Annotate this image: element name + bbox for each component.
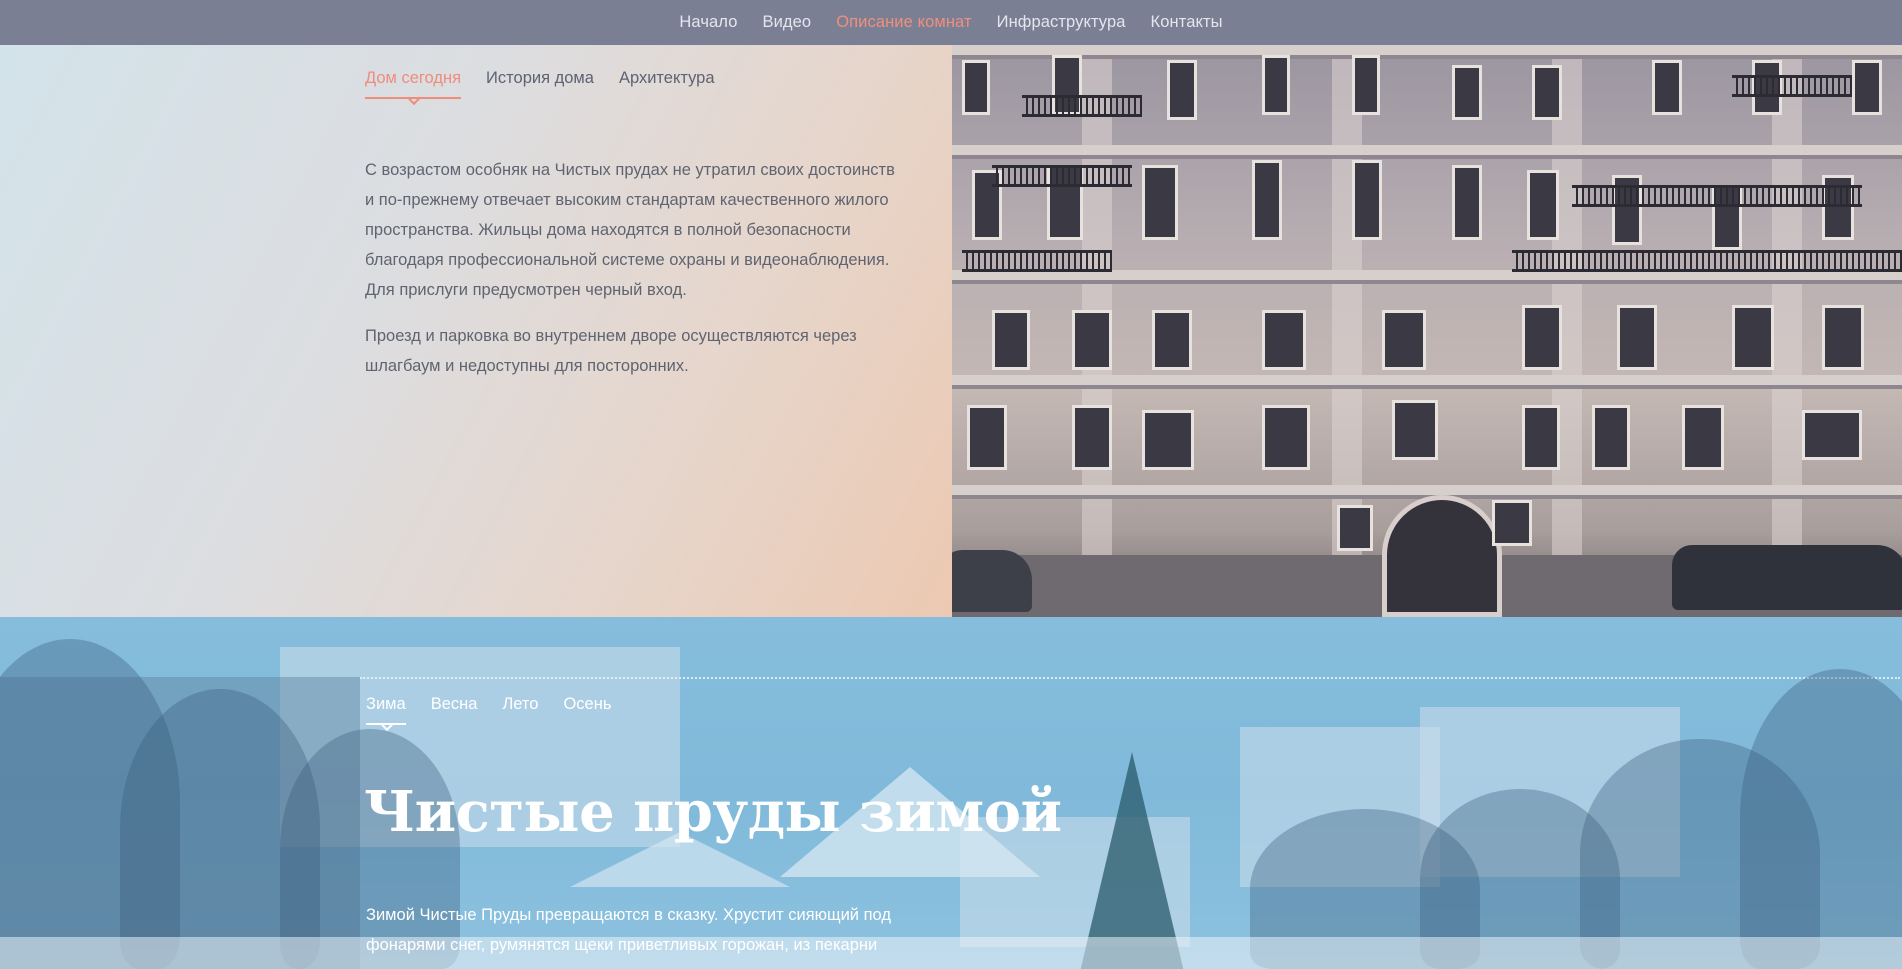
building-photo [952, 45, 1902, 617]
building-gate [1382, 495, 1502, 617]
tab-house-today[interactable]: Дом сегодня [365, 69, 462, 99]
house-section: Дом сегодня История дома Архитектура С в… [0, 45, 1902, 617]
house-tabs: Дом сегодня История дома Архитектура [365, 69, 715, 99]
main-navigation: Начало Видео Описание комнат Инфраструкт… [0, 0, 1902, 45]
tab-autumn[interactable]: Осень [563, 695, 611, 725]
nav-link-infrastructure[interactable]: Инфраструктура [997, 13, 1126, 32]
house-description: С возрастом особняк на Чистых прудах не … [365, 155, 900, 397]
season-title: Чистые пруды зимой [364, 779, 1062, 845]
tab-summer[interactable]: Лето [502, 695, 538, 725]
tab-spring[interactable]: Весна [431, 695, 478, 725]
nav-link-video[interactable]: Видео [762, 13, 811, 32]
nav-link-contacts[interactable]: Контакты [1151, 13, 1223, 32]
house-paragraph-2: Проезд и парковка во внутреннем дворе ос… [365, 327, 857, 375]
season-tabs: Зима Весна Лето Осень [366, 695, 611, 725]
house-info-panel: Дом сегодня История дома Архитектура С в… [0, 45, 952, 617]
nav-link-home[interactable]: Начало [679, 13, 737, 32]
house-paragraph-1: С возрастом особняк на Чистых прудах не … [365, 161, 895, 299]
tab-winter[interactable]: Зима [366, 695, 406, 725]
nav-link-rooms[interactable]: Описание комнат [836, 13, 971, 32]
season-description: Зимой Чистые Пруды превращаются в сказку… [366, 906, 891, 954]
building-facade-image [952, 45, 1902, 617]
seasons-section: Зима Весна Лето Осень Чистые пруды зимой… [0, 617, 1902, 969]
tab-house-history[interactable]: История дома [486, 69, 594, 99]
tab-architecture[interactable]: Архитектура [619, 69, 715, 99]
